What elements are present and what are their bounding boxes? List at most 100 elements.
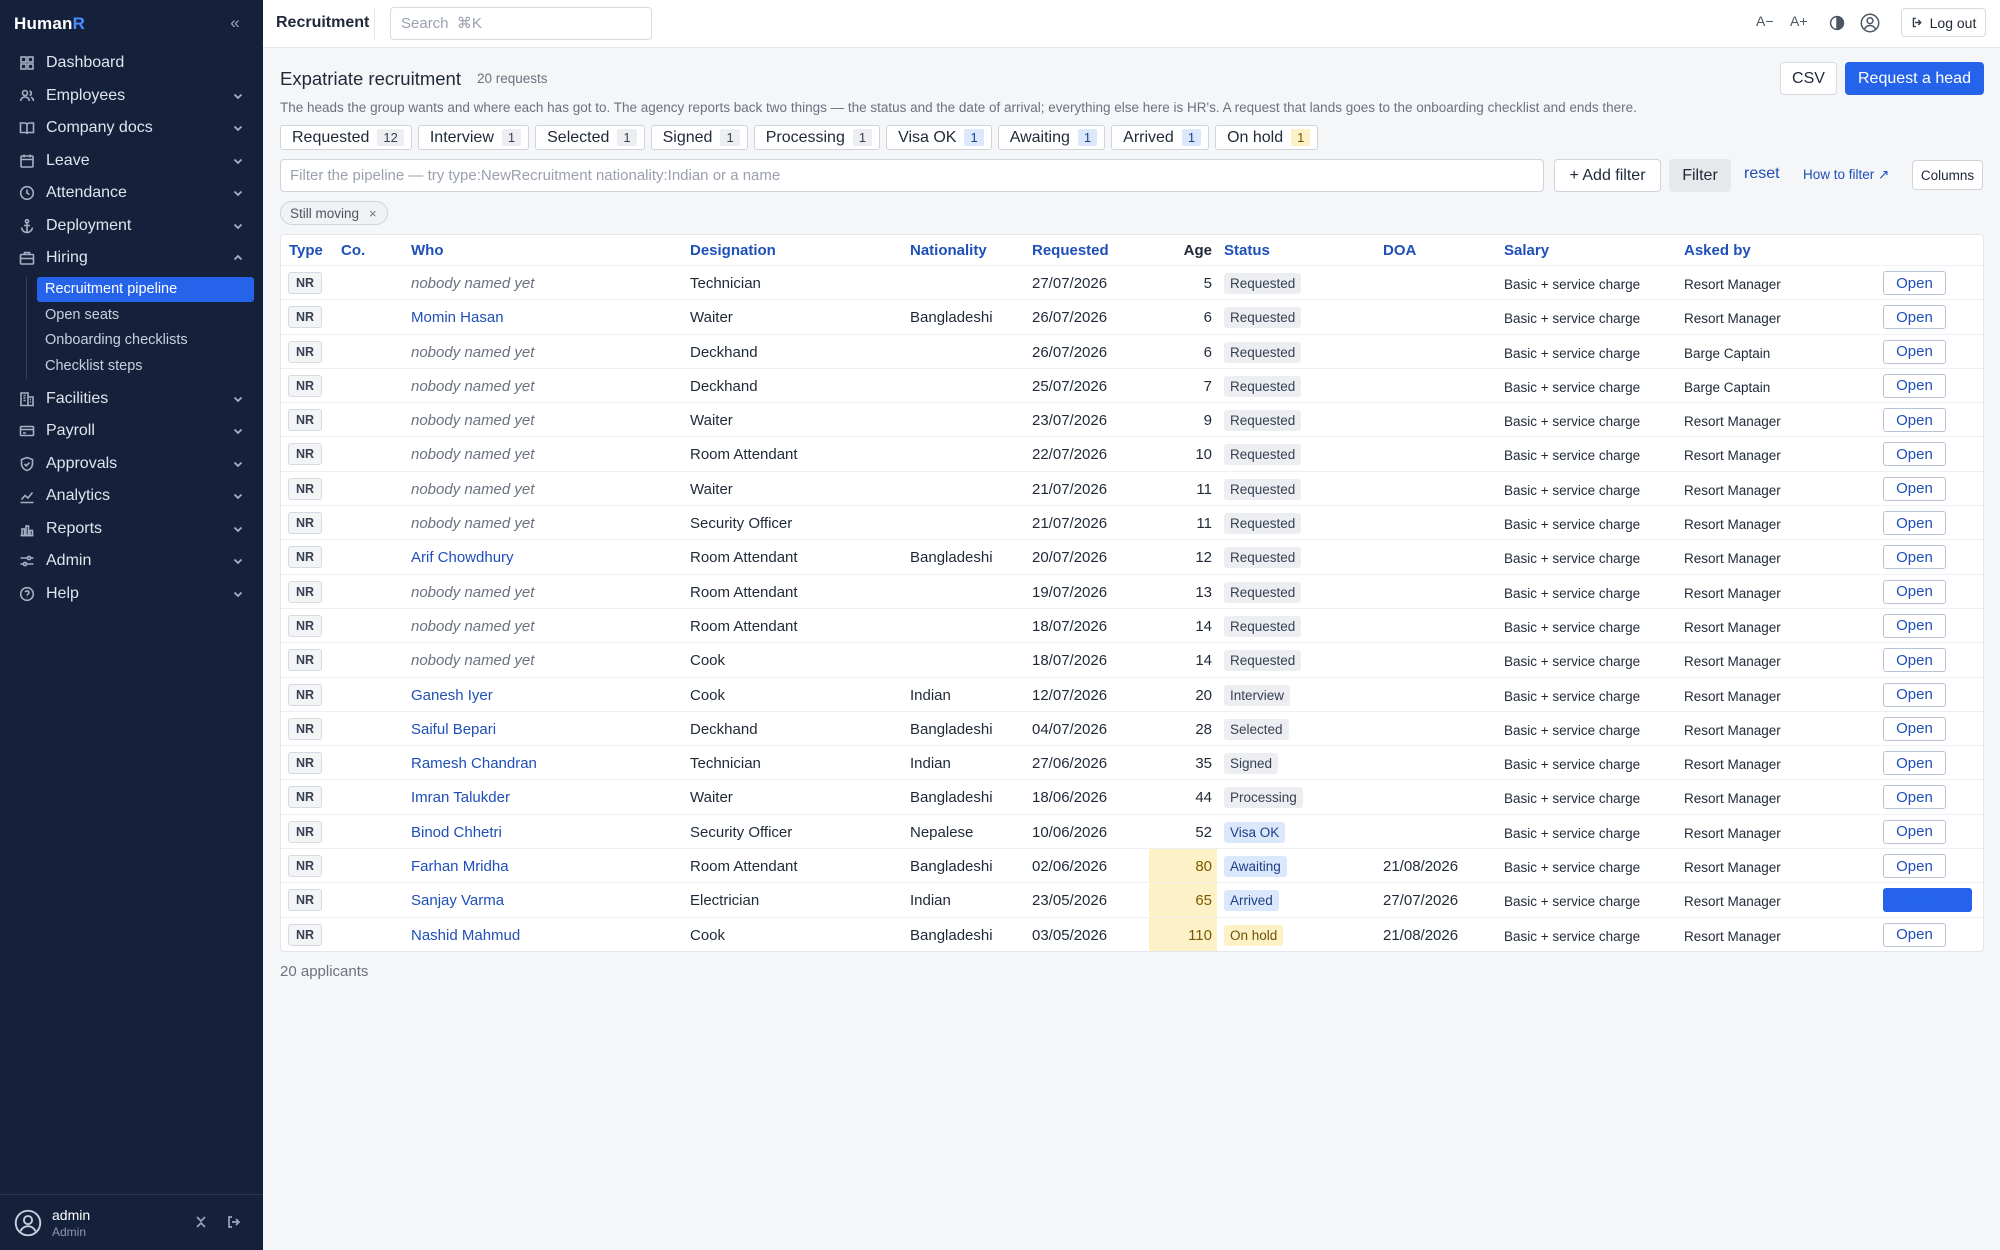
how-to-filter-link[interactable]: How to filter ↗ <box>1803 167 1889 183</box>
sidebar-item-payroll[interactable]: Payroll <box>0 415 263 448</box>
open-button[interactable]: Open <box>1883 545 1946 570</box>
column-header-type[interactable]: Type <box>289 242 323 259</box>
column-header-who[interactable]: Who <box>411 242 443 259</box>
sidebar-item-facilities[interactable]: Facilities <box>0 383 263 416</box>
chevron-down-icon[interactable] <box>231 186 245 200</box>
sidebar-item-reports[interactable]: Reports <box>0 513 263 546</box>
sidebar-item-leave[interactable]: Leave <box>0 145 263 178</box>
column-header-asked-by[interactable]: Asked by <box>1684 242 1751 259</box>
chevron-down-icon[interactable] <box>231 121 245 135</box>
sidebar-item-help[interactable]: Help <box>0 578 263 611</box>
sidebar-item-deployment[interactable]: Deployment <box>0 210 263 243</box>
chevron-down-icon[interactable] <box>231 392 245 406</box>
chevron-down-icon[interactable] <box>231 219 245 233</box>
logout-button[interactable]: Log out <box>1901 8 1986 37</box>
column-header-co[interactable]: Co. <box>341 242 365 259</box>
applicant-name-link[interactable]: Ramesh Chandran <box>411 755 537 772</box>
open-button[interactable]: Open <box>1883 682 1946 707</box>
open-button[interactable]: Open <box>1883 339 1946 364</box>
applicant-name-link[interactable]: Arif Chowdhury <box>411 549 514 566</box>
columns-button[interactable]: Columns <box>1912 160 1983 190</box>
applicant-name-link[interactable]: Ganesh Iyer <box>411 687 493 704</box>
sidebar-item-admin[interactable]: Admin <box>0 545 263 578</box>
sidebar-subitem-onboarding-checklists[interactable]: Onboarding checklists <box>37 328 254 354</box>
status-chip-signed[interactable]: Signed 1 <box>650 125 748 150</box>
collapse-sidebar-icon[interactable]: « <box>226 12 244 34</box>
open-button[interactable]: Open <box>1883 854 1946 879</box>
account-icon[interactable] <box>1859 12 1881 34</box>
chevron-down-icon[interactable] <box>231 89 245 103</box>
sidebar-item-analytics[interactable]: Analytics <box>0 480 263 513</box>
open-button[interactable]: Open <box>1883 305 1946 330</box>
status-chip-visa-ok[interactable]: Visa OK 1 <box>886 125 992 150</box>
applicant-name-link[interactable]: Binod Chhetri <box>411 824 502 841</box>
open-button[interactable]: Open <box>1883 922 1946 947</box>
expand-collapse-icon[interactable] <box>193 1214 211 1232</box>
open-button[interactable]: Open <box>1883 511 1946 536</box>
chevron-down-icon[interactable] <box>231 154 245 168</box>
sidebar-item-approvals[interactable]: Approvals <box>0 448 263 481</box>
add-filter-button[interactable]: + Add filter <box>1554 159 1661 192</box>
open-button[interactable]: Open <box>1883 271 1946 295</box>
sidebar-subitem-checklist-steps[interactable]: Checklist steps <box>37 353 254 379</box>
sidebar-item-dashboard[interactable]: Dashboard <box>0 47 263 80</box>
chevron-down-icon[interactable] <box>231 554 245 568</box>
status-chip-on-hold[interactable]: On hold 1 <box>1215 125 1319 150</box>
status-chip-interview[interactable]: Interview 1 <box>417 125 530 150</box>
open-button[interactable]: Open <box>1883 476 1946 501</box>
column-header-age[interactable]: Age <box>1149 242 1212 259</box>
request-head-button[interactable]: Request a head <box>1845 62 1984 95</box>
applicant-name-link[interactable]: Sanjay Varma <box>411 892 504 909</box>
onboard-button[interactable]: Onboard <box>1883 888 1972 913</box>
open-button[interactable]: Open <box>1883 716 1946 741</box>
open-button[interactable]: Open <box>1883 613 1946 638</box>
contrast-icon[interactable] <box>1826 12 1848 34</box>
column-header-doa[interactable]: DOA <box>1383 242 1416 259</box>
status-chip-awaiting[interactable]: Awaiting 1 <box>997 125 1106 150</box>
font-larger-button[interactable]: A+ <box>1790 13 1808 29</box>
sidebar-item-attendance[interactable]: Attendance <box>0 177 263 210</box>
remove-filter-icon[interactable]: × <box>369 206 377 221</box>
open-button[interactable]: Open <box>1883 408 1946 433</box>
sidebar-item-hiring[interactable]: Hiring <box>0 242 263 275</box>
open-button[interactable]: Open <box>1883 579 1946 604</box>
chevron-up-icon[interactable] <box>231 251 245 265</box>
open-button[interactable]: Open <box>1883 442 1946 467</box>
applicant-name-link[interactable]: Momin Hasan <box>411 309 504 326</box>
column-header-requested[interactable]: Requested <box>1032 242 1109 259</box>
sidebar-item-company-docs[interactable]: Company docs <box>0 112 263 145</box>
pipeline-filter-input[interactable] <box>280 159 1544 192</box>
open-button[interactable]: Open <box>1883 785 1946 810</box>
applicant-name-link[interactable]: Imran Talukder <box>411 789 510 806</box>
sign-out-icon[interactable] <box>226 1214 244 1232</box>
applicant-name-link[interactable]: Farhan Mridha <box>411 858 509 875</box>
app-logo[interactable]: HumanR <box>14 14 85 34</box>
font-smaller-button[interactable]: A− <box>1756 13 1774 29</box>
csv-export-button[interactable]: CSV <box>1780 62 1837 95</box>
status-chip-arrived[interactable]: Arrived 1 <box>1111 125 1210 150</box>
sidebar-subitem-recruitment-pipeline[interactable]: Recruitment pipeline <box>37 276 254 302</box>
sidebar-subitem-open-seats[interactable]: Open seats <box>37 302 254 328</box>
column-header-nationality[interactable]: Nationality <box>910 242 987 259</box>
status-chip-selected[interactable]: Selected 1 <box>535 125 645 150</box>
open-button[interactable]: Open <box>1883 819 1946 844</box>
reset-link[interactable]: reset <box>1744 165 1780 183</box>
applicant-name-link[interactable]: Nashid Mahmud <box>411 927 520 944</box>
chevron-down-icon[interactable] <box>231 522 245 536</box>
chevron-down-icon[interactable] <box>231 457 245 471</box>
column-header-designation[interactable]: Designation <box>690 242 776 259</box>
open-button[interactable]: Open <box>1883 648 1946 673</box>
column-header-status[interactable]: Status <box>1224 242 1270 259</box>
status-chip-requested[interactable]: Requested 12 <box>280 125 412 150</box>
filter-button[interactable]: Filter <box>1669 159 1731 192</box>
chevron-down-icon[interactable] <box>231 424 245 438</box>
column-header-salary[interactable]: Salary <box>1504 242 1549 259</box>
chevron-down-icon[interactable] <box>231 587 245 601</box>
open-button[interactable]: Open <box>1883 373 1946 398</box>
sidebar-item-employees[interactable]: Employees <box>0 80 263 113</box>
open-button[interactable]: Open <box>1883 751 1946 776</box>
avatar[interactable] <box>14 1209 42 1237</box>
applicant-name-link[interactable]: Saiful Bepari <box>411 721 496 738</box>
chevron-down-icon[interactable] <box>231 489 245 503</box>
search-input[interactable] <box>390 7 652 40</box>
